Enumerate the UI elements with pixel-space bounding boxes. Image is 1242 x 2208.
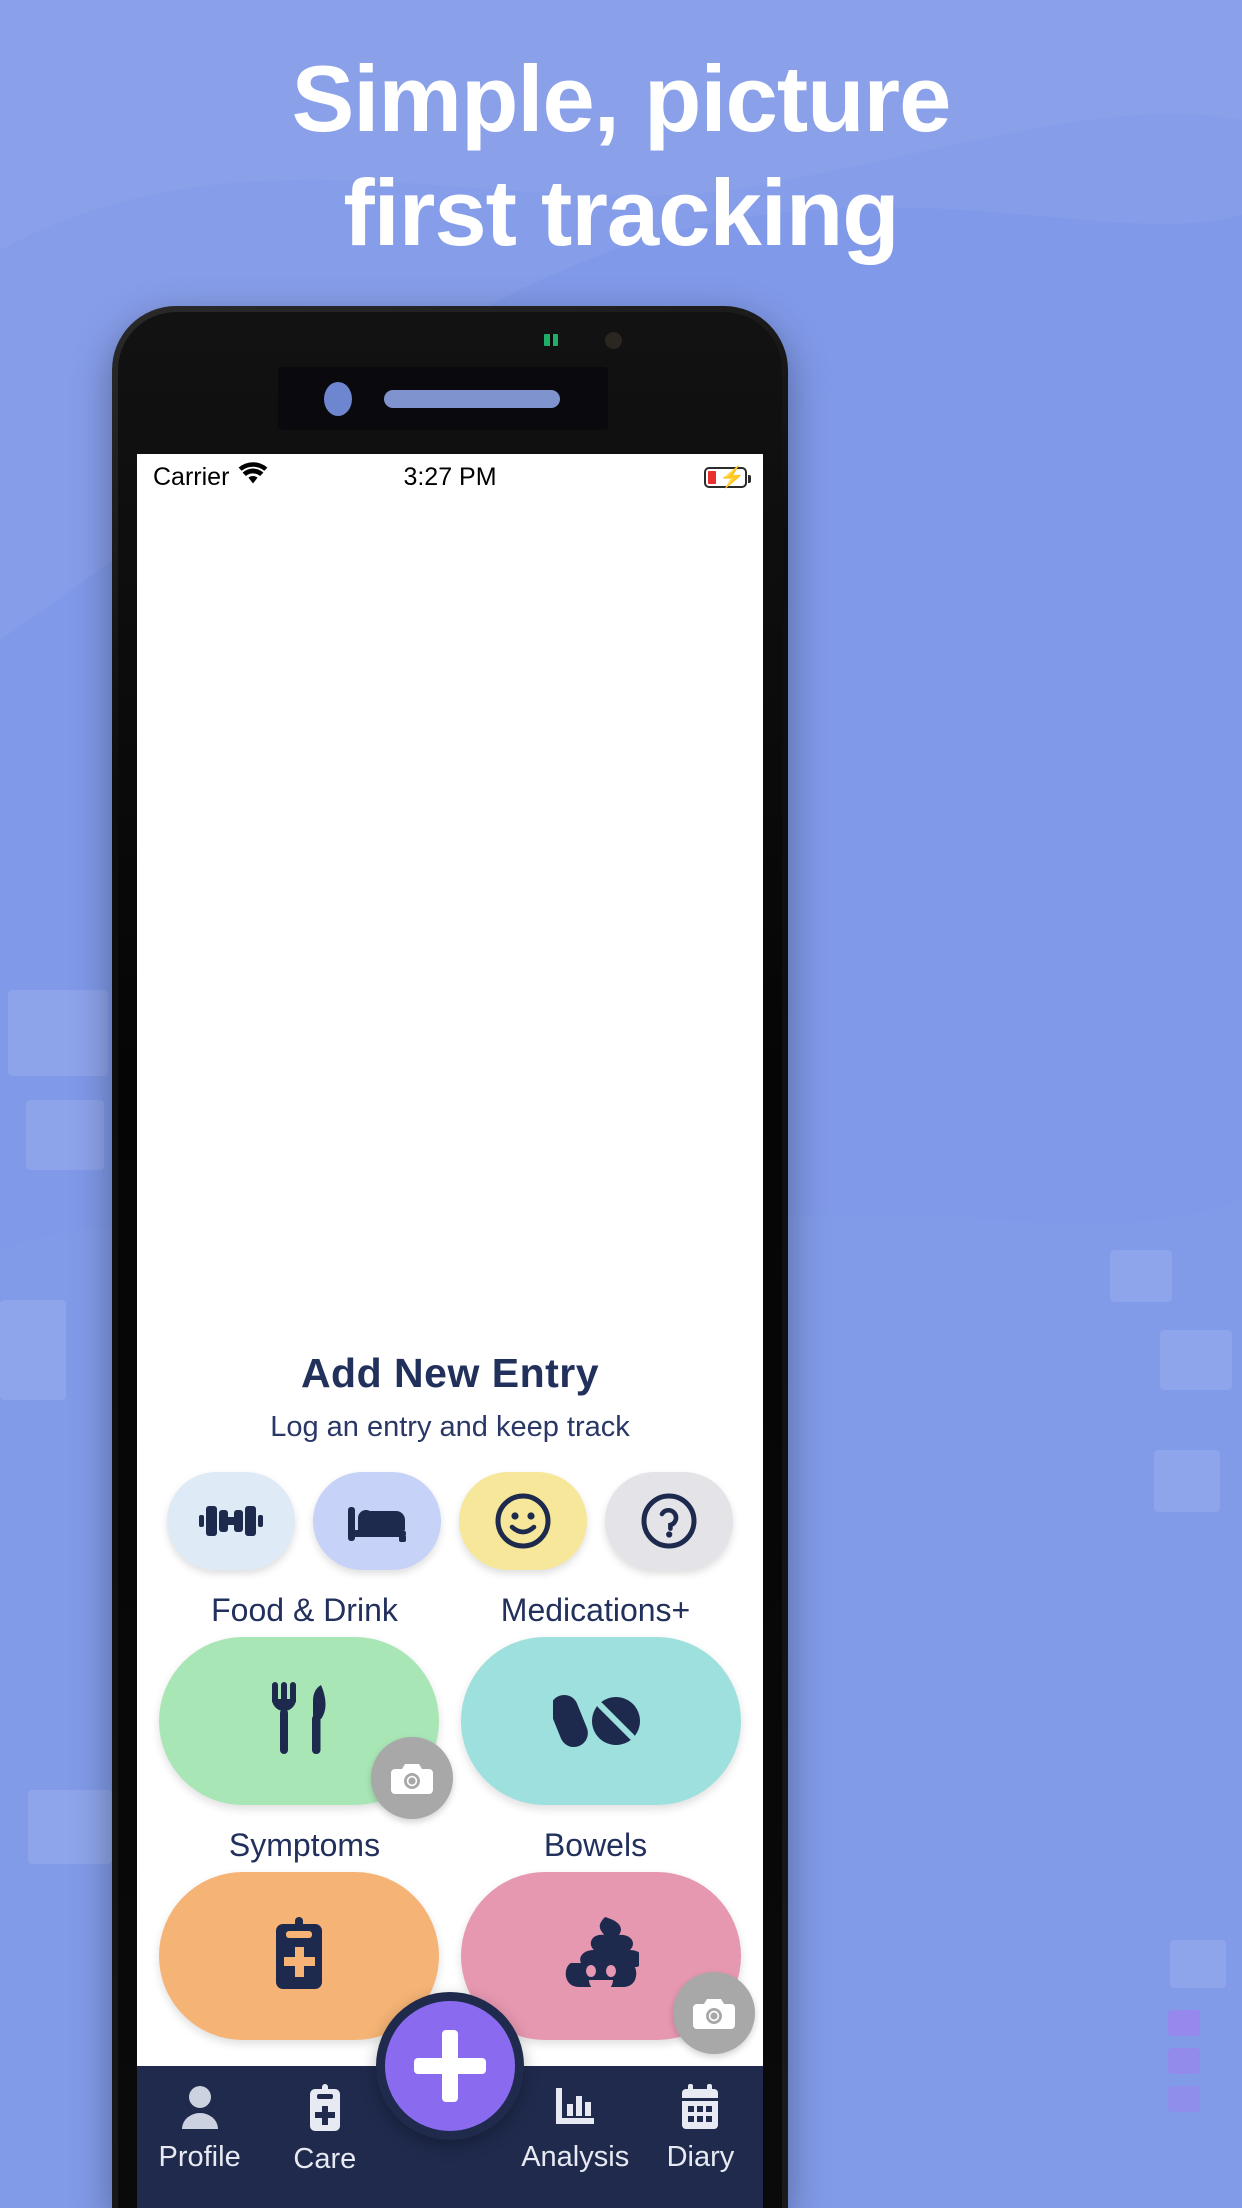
camera-badge-food-drink[interactable]: [371, 1737, 453, 1819]
deco-square: [1160, 1330, 1232, 1390]
status-bar-right: ⚡: [704, 466, 751, 488]
tab-label-profile: Profile: [158, 2141, 241, 2173]
earpiece-speaker: [384, 390, 560, 408]
card-food-drink[interactable]: [159, 1637, 453, 1819]
carrier-label: Carrier: [153, 462, 230, 491]
camera-icon: [391, 1764, 433, 1794]
deco-square: [28, 1790, 112, 1864]
camera-badge-bowels[interactable]: [673, 1972, 755, 2054]
deco-square: [1110, 1250, 1172, 1302]
card-row-1-labels: Food & Drink Medications+: [137, 1592, 763, 1629]
deco-square: [26, 1100, 104, 1170]
tab-analysis[interactable]: Analysis: [513, 2084, 638, 2174]
quick-action-exercise[interactable]: [167, 1472, 295, 1570]
status-bar-left: Carrier: [153, 462, 268, 492]
screen-top-spacer: [137, 500, 763, 1350]
headline-line-1: Simple, picture: [291, 46, 952, 151]
front-camera-icon: [324, 382, 352, 416]
phone-mockup: Carrier 3:27 PM ⚡ Add New Entry Log an e…: [112, 306, 788, 2208]
deco-square: [1168, 2048, 1200, 2074]
card-row-2-labels: Symptoms Bowels: [137, 1827, 763, 1864]
battery-charging-low-icon: ⚡: [704, 466, 751, 488]
deco-square: [8, 990, 108, 1076]
person-icon: [178, 2084, 222, 2135]
tab-label-diary: Diary: [666, 2141, 735, 2173]
card-medications[interactable]: [461, 1637, 741, 1805]
poop-icon: [563, 1915, 644, 1998]
tab-diary[interactable]: Diary: [638, 2084, 763, 2174]
headline-line-2: first tracking: [343, 160, 899, 265]
quick-action-mood[interactable]: [459, 1472, 587, 1570]
deco-square: [1154, 1450, 1220, 1512]
quick-action-sleep[interactable]: [313, 1472, 441, 1570]
card-label-food-drink: Food & Drink: [211, 1592, 398, 1628]
wifi-icon: [238, 462, 268, 492]
question-mark-circle-icon: [640, 1492, 698, 1550]
proximity-sensor-icon: [605, 332, 622, 349]
bar-chart-icon: [552, 2084, 598, 2135]
tab-profile[interactable]: Profile: [137, 2084, 262, 2174]
tab-label-analysis: Analysis: [521, 2141, 630, 2173]
bottom-tab-bar: Profile Care Analysis Diary: [137, 1992, 763, 2208]
deco-square: [1170, 1940, 1226, 1988]
card-label-symptoms: Symptoms: [228, 1827, 381, 1863]
status-led-icon: [544, 334, 558, 346]
bed-icon: [346, 1497, 408, 1545]
dumbbell-icon: [198, 1495, 264, 1547]
status-bar: Carrier 3:27 PM ⚡: [137, 454, 763, 500]
clipboard-medical-icon: [307, 2084, 343, 2137]
page-headline: Simple, picture first tracking: [0, 52, 1242, 260]
card-row-1: [137, 1637, 763, 1819]
calendar-icon: [679, 2084, 721, 2135]
screen-body: Add New Entry Log an entry and keep trac…: [137, 500, 763, 2208]
card-label-bowels: Bowels: [543, 1827, 648, 1863]
smiley-face-icon: [494, 1492, 552, 1550]
fork-knife-icon: [269, 1681, 329, 1762]
clipboard-medical-icon: [272, 1916, 326, 1996]
page-subtitle: Log an entry and keep track: [270, 1411, 630, 1443]
add-entry-section: Add New Entry Log an entry and keep trac…: [137, 1350, 763, 2054]
pills-capsule-icon: [550, 1688, 649, 1755]
plus-icon-bar: [414, 2058, 486, 2074]
card-label-medications: Medications+: [500, 1592, 691, 1628]
deco-square: [0, 1300, 66, 1400]
quick-action-row: [137, 1472, 763, 1570]
app-screen: Carrier 3:27 PM ⚡ Add New Entry Log an e…: [137, 454, 763, 2208]
deco-square: [1168, 2086, 1200, 2112]
quick-action-other[interactable]: [605, 1472, 733, 1570]
add-entry-fab[interactable]: [376, 1992, 524, 2140]
camera-icon: [693, 1999, 735, 2029]
page-title: Add New Entry: [300, 1350, 600, 1396]
tab-care[interactable]: Care: [262, 2084, 387, 2176]
deco-square: [1168, 2010, 1200, 2036]
tab-label-care: Care: [293, 2143, 357, 2175]
